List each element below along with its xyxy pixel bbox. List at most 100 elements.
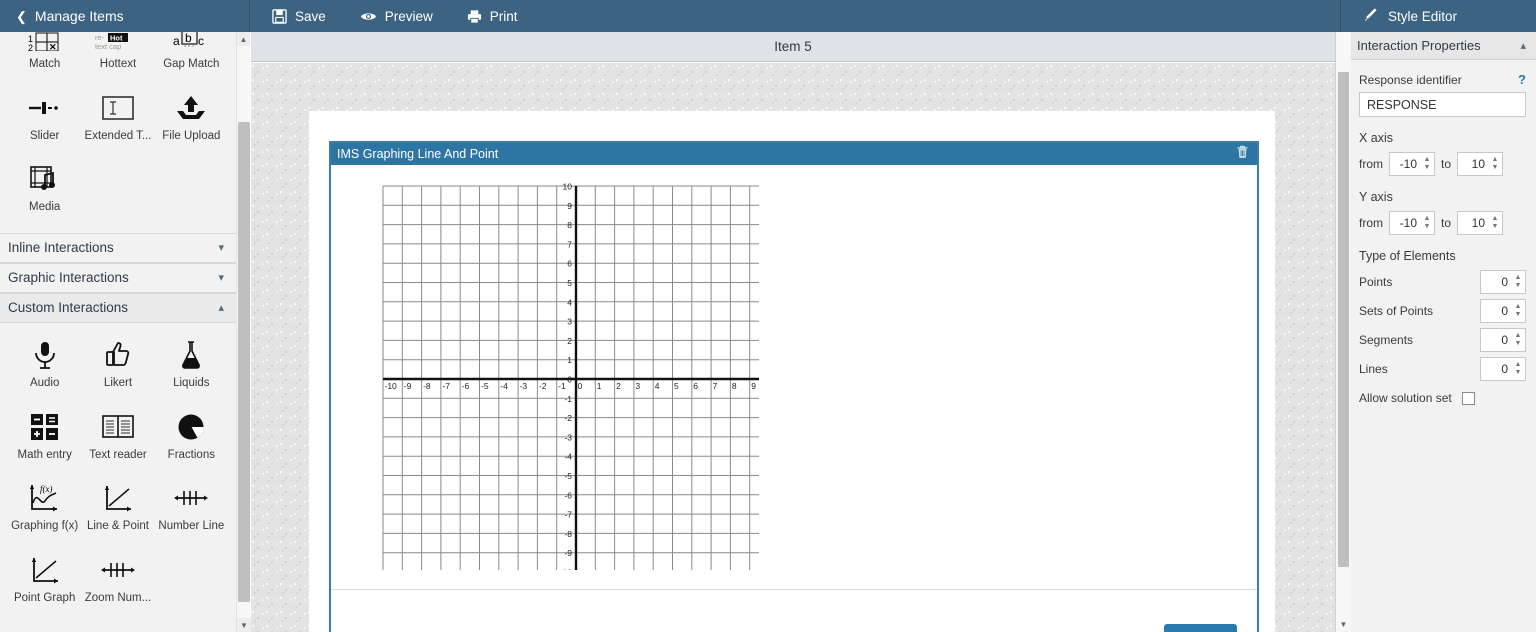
svg-text:6: 6 [693, 381, 698, 391]
toolbar-actions: Save Preview Print [250, 0, 1340, 32]
svg-text:2: 2 [616, 381, 621, 391]
y-axis-to-stepper[interactable]: ▲▼ [1457, 211, 1504, 235]
y-axis-range-row: from ▲▼ to ▲▼ [1359, 211, 1526, 235]
lines-stepper[interactable]: ▲▼ [1480, 357, 1526, 381]
y-axis-from-stepper[interactable]: ▲▼ [1389, 211, 1435, 235]
palette-item-match[interactable]: ab12✕ Match [8, 32, 81, 82]
palette-item-audio[interactable]: Audio [8, 329, 81, 401]
palette-item-extended-text[interactable]: Extended T... [81, 82, 154, 154]
save-button[interactable]: Save [272, 9, 326, 24]
extended-text-icon [101, 91, 135, 125]
svg-text:-8: -8 [423, 381, 431, 391]
palette-item-graphing-fx[interactable]: f(x) Graphing f(x) [8, 472, 81, 544]
allow-solution-set-checkbox[interactable] [1461, 391, 1475, 405]
palette-item-gap-match[interactable]: abc Gap Match [155, 32, 228, 82]
stepper-down-icon[interactable]: ▼ [1424, 164, 1431, 172]
right-panel-scrollbar[interactable]: ▼ [1336, 32, 1351, 632]
file-upload-icon [174, 91, 208, 125]
palette-item-label: Gap Match [163, 58, 220, 70]
stepper-up-icon[interactable]: ▲ [1515, 361, 1522, 369]
help-icon[interactable]: ? [1518, 72, 1526, 87]
scroll-up-arrow-icon[interactable]: ▲ [237, 32, 250, 46]
x-axis-to-stepper[interactable]: ▲▼ [1457, 152, 1504, 176]
stepper-arrows[interactable]: ▲ ▼ [1488, 212, 1502, 234]
stepper-down-icon[interactable]: ▼ [1515, 311, 1522, 319]
back-to-manage-items[interactable]: ❮ Manage Items [0, 0, 250, 32]
svg-text:-3: -3 [520, 381, 528, 391]
palette-item-number-line[interactable]: Number Line [155, 472, 228, 544]
stepper-down-icon[interactable]: ▼ [1515, 282, 1522, 290]
calculator-icon [30, 410, 60, 444]
stepper-arrows[interactable]: ▲ ▼ [1511, 300, 1525, 322]
accordion-custom-interactions[interactable]: Custom Interactions ▴ [0, 292, 236, 323]
scrollbar-thumb[interactable] [1338, 72, 1349, 567]
palette-item-label: Hottext [99, 58, 137, 70]
segments-stepper[interactable]: ▲▼ [1480, 328, 1526, 352]
stepper-arrows[interactable]: ▲ ▼ [1511, 329, 1525, 351]
sets-of-points-stepper[interactable]: ▲▼ [1480, 299, 1526, 323]
palette-item-hottext[interactable]: Lorem ire-Hottext cap Hottext [81, 32, 154, 82]
preview-button[interactable]: Preview [360, 9, 433, 24]
scroll-down-arrow-icon[interactable]: ▼ [237, 618, 251, 632]
palette-item-slider[interactable]: Slider [8, 82, 81, 154]
stepper-up-icon[interactable]: ▲ [1515, 274, 1522, 282]
palette-item-media[interactable]: Media [8, 153, 81, 225]
scroll-down-arrow-icon[interactable]: ▼ [1336, 616, 1351, 632]
y-axis-to-input[interactable] [1458, 212, 1489, 234]
stepper-arrows[interactable]: ▲ ▼ [1511, 358, 1525, 380]
palette-item-liquids[interactable]: Liquids [155, 329, 228, 401]
accordion-graphic-interactions[interactable]: Graphic Interactions ▾ [0, 262, 236, 293]
stepper-up-icon[interactable]: ▲ [1492, 156, 1499, 164]
x-axis-from-stepper[interactable]: ▲▼ [1389, 152, 1435, 176]
palette-item-likert[interactable]: Likert [81, 329, 154, 401]
stepper-down-icon[interactable]: ▼ [1492, 223, 1499, 231]
interaction-properties-header[interactable]: Interaction Properties ▴ [1351, 32, 1536, 60]
floppy-disk-icon [272, 8, 287, 24]
points-input[interactable] [1481, 271, 1511, 293]
accordion-inline-interactions[interactable]: Inline Interactions ▾ [0, 232, 236, 263]
y-axis-from-input[interactable] [1390, 212, 1420, 234]
done-button[interactable]: done [1164, 624, 1237, 632]
stepper-up-icon[interactable]: ▲ [1515, 303, 1522, 311]
stepper-arrows[interactable]: ▲ ▼ [1488, 153, 1502, 175]
lines-input[interactable] [1481, 358, 1511, 380]
palette-item-point-graph[interactable]: Point Graph [8, 544, 81, 616]
coordinate-grid[interactable]: -10-9-8-7-6-5-4-3-2-10123456789101098765… [371, 178, 759, 570]
stepper-down-icon[interactable]: ▼ [1492, 164, 1499, 172]
svg-text:a: a [173, 34, 180, 48]
stepper-up-icon[interactable]: ▲ [1424, 215, 1431, 223]
palette-item-text-reader[interactable]: Text reader [81, 401, 154, 473]
stepper-up-icon[interactable]: ▲ [1515, 332, 1522, 340]
palette-item-math-entry[interactable]: Math entry [8, 401, 81, 473]
points-stepper[interactable]: ▲▼ [1480, 270, 1526, 294]
x-axis-from-input[interactable] [1390, 153, 1420, 175]
palette-item-file-upload[interactable]: File Upload [155, 82, 228, 154]
svg-text:-8: -8 [564, 529, 572, 539]
print-button[interactable]: Print [467, 9, 518, 24]
style-editor-button[interactable]: Style Editor [1340, 0, 1536, 32]
stepper-up-icon[interactable]: ▲ [1424, 156, 1431, 164]
segments-input[interactable] [1481, 329, 1511, 351]
response-identifier-input[interactable] [1359, 92, 1526, 117]
graphing-widget[interactable]: IMS Graphing Line And Point -10 -9 -8 -7 -6-… [329, 141, 1259, 632]
sets-of-points-input[interactable] [1481, 300, 1511, 322]
stepper-arrows[interactable]: ▲ ▼ [1420, 153, 1434, 175]
palette-item-label: Likert [103, 376, 133, 389]
palette-item-zoom-number-line[interactable]: Zoom Num... [81, 544, 154, 616]
section-title: Interaction Properties [1357, 38, 1481, 53]
stepper-arrows[interactable]: ▲ ▼ [1511, 271, 1525, 293]
type-of-elements-label: Type of Elements [1359, 249, 1456, 263]
svg-text:9: 9 [567, 201, 572, 211]
x-axis-to-input[interactable] [1458, 153, 1489, 175]
trash-icon[interactable] [1236, 145, 1249, 164]
scrollbar-thumb[interactable] [238, 122, 250, 602]
coordinate-grid-svg[interactable]: -10-9-8-7-6-5-4-3-2-10123456789101098765… [371, 178, 759, 570]
palette-item-fractions[interactable]: Fractions [155, 401, 228, 473]
stepper-down-icon[interactable]: ▼ [1424, 223, 1431, 231]
stepper-down-icon[interactable]: ▼ [1515, 340, 1522, 348]
stepper-down-icon[interactable]: ▼ [1515, 369, 1522, 377]
left-panel-scrollbar[interactable]: ▲ ▼ [236, 32, 251, 632]
palette-item-line-and-point[interactable]: Line & Point [81, 472, 154, 544]
stepper-up-icon[interactable]: ▲ [1492, 215, 1499, 223]
stepper-arrows[interactable]: ▲ ▼ [1420, 212, 1434, 234]
